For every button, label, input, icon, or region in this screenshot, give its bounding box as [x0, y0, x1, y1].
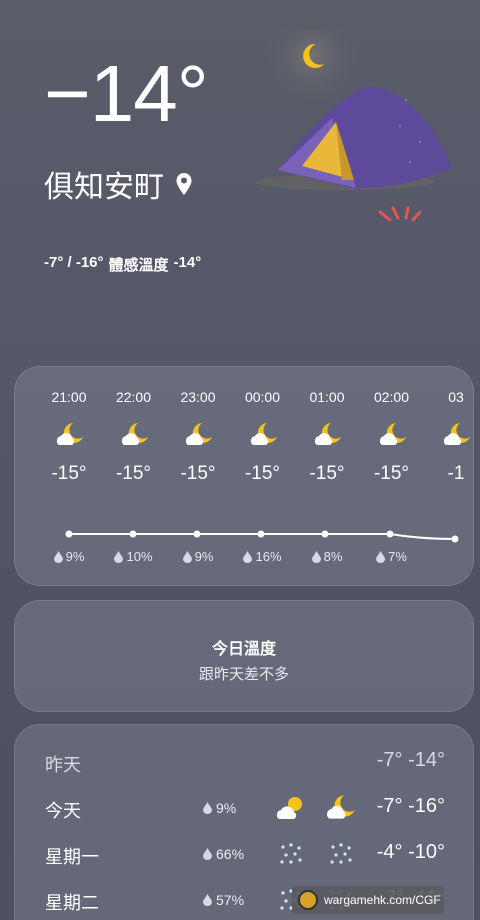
- precip-value: 9%: [194, 549, 214, 564]
- high-low-temperature: -7° / -16°: [44, 254, 104, 271]
- day-precipitation: 9%: [203, 800, 236, 816]
- today-temperature-card[interactable]: 今日溫度 跟昨天差不多: [14, 600, 474, 712]
- moon-cloud-icon: [55, 421, 85, 449]
- precip-value: 7%: [388, 549, 407, 564]
- moon-cloud-icon: [378, 421, 408, 449]
- watermark: wargamehk.com/CGF: [292, 886, 444, 914]
- hour-temperature: -15°: [309, 463, 345, 484]
- raindrop-icon: [53, 550, 63, 563]
- hour-label: 23:00: [180, 389, 216, 405]
- watermark-logo: [298, 890, 318, 910]
- precip-value: 10%: [126, 549, 153, 564]
- hour-label: 02:00: [373, 389, 410, 405]
- hour-precipitation: 9%: [166, 549, 230, 564]
- precip-value: 57%: [216, 892, 245, 908]
- hourly-forecast-card[interactable]: 21:00 -15° 9% 22:00 -15° 10% 23:00 -15° 9% 00:00 -…: [14, 366, 474, 586]
- hour-precipitation: 9%: [37, 549, 101, 564]
- daily-row[interactable]: 今天 9% -7° -16°: [15, 789, 475, 829]
- moon-cloud-icon: [442, 421, 472, 449]
- location-name[interactable]: 俱知安町: [44, 162, 164, 206]
- hour-temperature: -15°: [373, 463, 410, 484]
- feels-like-value: -14°: [173, 254, 202, 271]
- temperature-summary: -7° / -16° 體感溫度 -14°: [44, 254, 201, 275]
- current-temperature: −14°: [44, 49, 209, 138]
- hour-temperature: -15°: [244, 463, 281, 484]
- night-camping-illustration: [255, 30, 452, 222]
- hour-label: 22:00: [115, 389, 152, 405]
- moon-cloud-icon: [120, 421, 150, 449]
- location-pin-icon: [176, 173, 192, 195]
- moon-cloud-icon: [184, 421, 214, 449]
- raindrop-icon: [203, 802, 212, 814]
- raindrop-icon: [311, 550, 321, 563]
- hour-label: 03: [448, 389, 464, 405]
- raindrop-icon: [203, 894, 212, 906]
- today-card-subtitle: 跟昨天差不多: [198, 666, 289, 683]
- hour-precipitation: 16%: [231, 549, 295, 564]
- hour-temperature: -15°: [180, 463, 216, 484]
- hour-precipitation: 7%: [360, 549, 424, 564]
- day-label: 昨天: [45, 755, 81, 775]
- moon-cloud-icon: [325, 793, 357, 823]
- hour-temperature: -1: [447, 463, 465, 484]
- precip-value: 66%: [216, 846, 245, 862]
- day-temperature-range: -7° -16°: [376, 795, 445, 817]
- day-precipitation: 66%: [203, 846, 244, 862]
- raindrop-icon: [203, 848, 212, 860]
- today-card-title: 今日溫度: [211, 641, 276, 658]
- hour-precipitation: 8%: [295, 549, 359, 564]
- raindrop-icon: [182, 550, 192, 563]
- daily-row[interactable]: 星期一 66% -4° -10°: [15, 835, 475, 875]
- precip-value: 9%: [216, 800, 237, 816]
- hour-temperature: -15°: [115, 463, 152, 484]
- day-label: 今天: [45, 801, 81, 821]
- watermark-text: wargamehk.com/CGF: [324, 893, 441, 907]
- precip-value: 9%: [65, 549, 85, 564]
- snow-icon: [275, 839, 307, 869]
- precip-value: 16%: [255, 549, 282, 564]
- day-temperature-range: -4° -10°: [376, 841, 445, 863]
- hour-temperature: -15°: [51, 463, 87, 484]
- location-row[interactable]: 俱知安町: [44, 162, 194, 206]
- raindrop-icon: [376, 550, 386, 563]
- moon-cloud-icon: [249, 421, 279, 449]
- hour-label: 21:00: [51, 389, 87, 405]
- hour-label: 01:00: [309, 389, 345, 405]
- day-label: 星期二: [45, 893, 99, 913]
- moon-cloud-icon: [313, 421, 343, 449]
- raindrop-icon: [114, 550, 124, 563]
- day-precipitation: 57%: [203, 892, 244, 908]
- current-weather-header: −14° 俱知安町 -7° / -16° 體感溫度 -14°: [0, 0, 480, 360]
- sun-cloud-icon: [275, 793, 307, 823]
- raindrop-icon: [243, 550, 253, 563]
- snow-icon: [325, 839, 357, 869]
- day-temperature-range: -7° -14°: [376, 749, 445, 771]
- hour-precipitation: 10%: [102, 549, 166, 564]
- feels-like-label: 體感溫度: [108, 257, 169, 274]
- precip-value: 8%: [323, 549, 343, 564]
- day-label: 星期一: [45, 847, 99, 867]
- daily-row[interactable]: 昨天 -7° -14°: [15, 743, 475, 783]
- hour-label: 00:00: [244, 389, 281, 405]
